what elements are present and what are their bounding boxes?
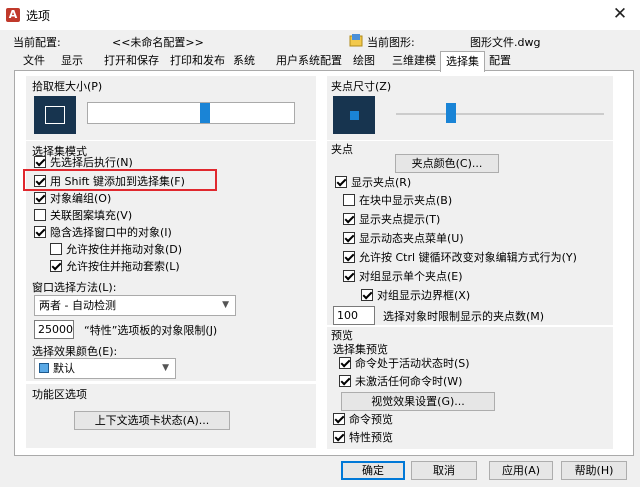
window-title: 选项 xyxy=(26,9,51,23)
grip-limit-input[interactable]: 100 xyxy=(333,306,375,325)
current-profile-value: <<未命名配置>> xyxy=(112,36,204,49)
pickbox-slider-thumb[interactable] xyxy=(200,103,210,123)
annotation-highlight-box xyxy=(23,169,217,191)
chevron-down-icon: ▼ xyxy=(162,363,169,373)
close-icon[interactable]: ✕ xyxy=(610,4,630,24)
pickbox-title: 拾取框大小(P) xyxy=(32,80,103,93)
checkbox-box xyxy=(333,431,345,443)
group-bounding-box-checkbox[interactable]: 对组显示边界框(X) xyxy=(361,289,470,304)
single-grip-groups-checkbox[interactable]: 对组显示单个夹点(E) xyxy=(343,270,463,285)
cancel-button[interactable]: 取消 xyxy=(411,461,477,480)
checkbox-box xyxy=(34,209,46,221)
grip-size-preview xyxy=(333,96,375,134)
current-drawing-label: 当前图形: xyxy=(367,36,415,49)
checkbox-box xyxy=(333,413,345,425)
checkbox-box xyxy=(343,213,355,225)
object-grouping-checkbox[interactable]: 对象编组(O) xyxy=(34,192,111,207)
object-limit-input[interactable]: 25000 xyxy=(34,320,74,339)
tab-profiles[interactable]: 配置 xyxy=(484,53,516,71)
checkbox-box xyxy=(343,194,355,206)
tab-user-preferences[interactable]: 用户系统配置 xyxy=(271,53,347,71)
checkbox-box xyxy=(361,289,373,301)
grip-size-group: 夹点尺寸(Z) xyxy=(327,76,613,140)
pickbox-group: 拾取框大小(P) xyxy=(26,76,316,140)
current-profile-label: 当前配置: xyxy=(13,36,61,49)
tab-plot-publish[interactable]: 打印和发布 xyxy=(165,53,230,71)
visual-effect-settings-button[interactable]: 视觉效果设置(G)... xyxy=(341,392,495,411)
checkbox-box xyxy=(34,226,46,238)
show-grips-in-blocks-checkbox[interactable]: 在块中显示夹点(B) xyxy=(343,194,452,209)
preview-no-command-checkbox[interactable]: 未激活任何命令时(W) xyxy=(339,375,462,390)
grip-limit-label: 选择对象时限制显示的夹点数(M) xyxy=(383,310,545,323)
chevron-down-icon: ▼ xyxy=(222,300,229,310)
help-button[interactable]: 帮助(H) xyxy=(561,461,627,480)
pickbox-size-slider[interactable] xyxy=(87,102,295,124)
title-bar: A 选项 ✕ xyxy=(0,0,640,30)
tab-system[interactable]: 系统 xyxy=(228,53,260,71)
show-dynamic-grip-menu-checkbox[interactable]: 显示动态夹点菜单(U) xyxy=(343,232,464,247)
ctrl-cycling-checkbox[interactable]: 允许按 Ctrl 键循环改变对象编辑方式行为(Y) xyxy=(343,251,577,266)
grips-group: 夹点 夹点颜色(C)... 显示夹点(R) 在块中显示夹点(B) 显示夹点提示(… xyxy=(327,141,613,325)
command-preview-checkbox[interactable]: 命令预览 xyxy=(333,413,393,428)
tab-files[interactable]: 文件 xyxy=(18,53,50,71)
grip-colors-button[interactable]: 夹点颜色(C)... xyxy=(395,154,499,173)
effect-color-select[interactable]: 默认 ▼ xyxy=(34,358,176,379)
ribbon-options-group: 功能区选项 上下文选项卡状态(A)... xyxy=(26,384,316,448)
checkbox-box xyxy=(335,176,347,188)
associative-hatch-checkbox[interactable]: 关联图案填充(V) xyxy=(34,209,132,224)
press-drag-object-checkbox[interactable]: 允许按住并拖动对象(D) xyxy=(50,243,182,258)
apply-button[interactable]: 应用(A) xyxy=(489,461,553,480)
checkbox-box xyxy=(34,156,46,168)
ribbon-options-title: 功能区选项 xyxy=(32,388,87,401)
grip-size-slider[interactable] xyxy=(395,102,605,124)
preview-command-active-checkbox[interactable]: 命令处于活动状态时(S) xyxy=(339,357,470,372)
window-method-select[interactable]: 两者 - 自动检测 ▼ xyxy=(34,295,236,316)
object-limit-label: “特性”选项板的对象限制(J) xyxy=(84,324,218,337)
checkbox-box xyxy=(339,357,351,369)
checkbox-box xyxy=(34,192,46,204)
tab-open-save[interactable]: 打开和保存 xyxy=(99,53,164,71)
grips-title: 夹点 xyxy=(331,143,353,156)
color-swatch xyxy=(39,363,49,373)
show-grips-checkbox[interactable]: 显示夹点(R) xyxy=(335,176,411,191)
preview-group: 预览 选择集预览 命令处于活动状态时(S) 未激活任何命令时(W) 视觉效果设置… xyxy=(327,327,613,449)
implied-windowing-checkbox[interactable]: 隐含选择窗口中的对象(I) xyxy=(34,226,172,241)
pickbox-preview xyxy=(34,96,76,134)
current-drawing-value: 图形文件.dwg xyxy=(470,36,541,49)
checkbox-box xyxy=(343,270,355,282)
press-drag-lasso-checkbox[interactable]: 允许按住并拖动套索(L) xyxy=(50,260,180,275)
property-preview-checkbox[interactable]: 特性预览 xyxy=(333,431,393,446)
show-grip-tips-checkbox[interactable]: 显示夹点提示(T) xyxy=(343,213,440,228)
checkbox-box xyxy=(339,375,351,387)
tab-3d-modeling[interactable]: 三维建模 xyxy=(387,53,441,71)
tab-drafting[interactable]: 绘图 xyxy=(348,53,380,71)
effect-color-label: 选择效果颜色(E): xyxy=(32,345,118,358)
contextual-tab-states-button[interactable]: 上下文选项卡状态(A)... xyxy=(74,411,230,430)
tab-selection[interactable]: 选择集 xyxy=(440,51,485,72)
checkbox-box xyxy=(343,251,355,263)
checkbox-box xyxy=(50,243,62,255)
checkbox-box xyxy=(343,232,355,244)
drawing-file-icon xyxy=(349,34,363,47)
checkbox-box xyxy=(50,260,62,272)
grip-slider-thumb[interactable] xyxy=(446,103,456,123)
app-logo-icon: A xyxy=(6,8,20,22)
selection-preview-subtitle: 选择集预览 xyxy=(333,343,388,356)
tab-display[interactable]: 显示 xyxy=(56,53,88,71)
grip-size-title: 夹点尺寸(Z) xyxy=(331,80,392,93)
ok-button[interactable]: 确定 xyxy=(341,461,405,480)
window-method-label: 窗口选择方法(L): xyxy=(32,281,117,294)
